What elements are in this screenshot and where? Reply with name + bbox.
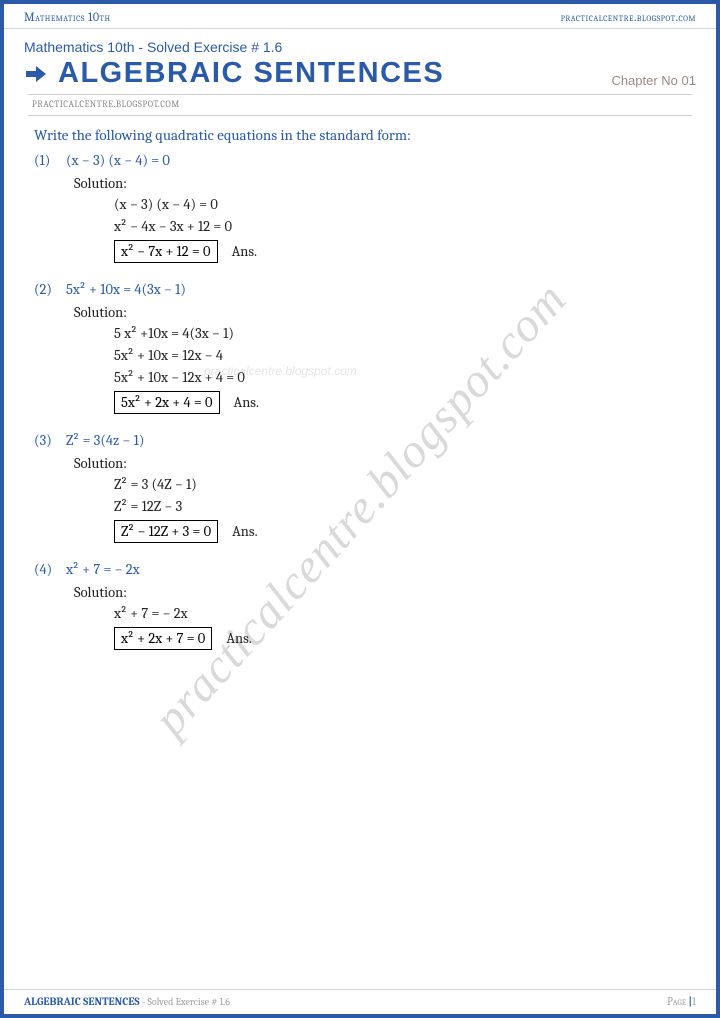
page-footer: ALGEBRAIC SENTENCES - Solved Exercise # … [4,989,716,1008]
arrow-right-icon [24,63,48,85]
footer-title: ALGEBRAIC SENTENCES [24,995,140,1008]
problem-1: (1)(x − 3) (x − 4) = 0 Solution: (x − 3)… [34,152,686,263]
solution-step: x² + 7 = − 2x [114,605,686,622]
problem-question: x² + 7 = − 2x [66,561,140,578]
answer-box: x² − 7x + 12 = 0 [114,240,218,263]
page-header: Mathematics 10th practicalcentre.blogspo… [4,4,716,29]
problem-question: Z² = 3(4z − 1) [66,432,144,449]
answer-label: Ans. [232,243,257,260]
footer-subtitle: - Solved Exercise # 1.6 [140,996,230,1008]
problem-number: (3) [34,432,66,449]
problem-question: (x − 3) (x − 4) = 0 [66,152,170,169]
answer-label: Ans. [226,630,251,647]
solution-step: x² − 4x − 3x + 12 = 0 [114,218,686,235]
solution-step: 5x² + 10x − 12x + 4 = 0 [114,369,686,386]
problem-number: (4) [34,561,66,578]
answer-box: 5x² + 2x + 4 = 0 [114,391,220,414]
solution-step: 5 x² +10x = 4(3x − 1) [114,325,686,342]
solution-step: Z² = 12Z − 3 [114,498,686,515]
solution-step: Z² = 3 (4Z − 1) [114,476,686,493]
solution-label: Solution: [74,304,686,321]
problem-number: (1) [34,152,66,169]
problem-number: (2) [34,281,66,298]
solution-step: (x − 3) (x − 4) = 0 [114,196,686,213]
subheader-url: PRACTICALCENTRE.BLOGSPOT.COM [28,94,692,116]
page-label: Page [667,995,689,1008]
answer-box: x² + 2x + 7 = 0 [114,627,212,650]
instruction-text: Write the following quadratic equations … [34,126,686,144]
solution-step: 5x² + 10x = 12x − 4 [114,347,686,364]
answer-label: Ans. [232,523,257,540]
problem-4: (4)x² + 7 = − 2x Solution: x² + 7 = − 2x… [34,561,686,650]
problem-question: 5x² + 10x = 4(3x − 1) [66,281,186,298]
answer-box: Z² − 12Z + 3 = 0 [114,520,218,543]
content-area: Write the following quadratic equations … [4,116,716,650]
problem-2: (2)5x² + 10x = 4(3x − 1) Solution: 5 x² … [34,281,686,414]
subtitle: Mathematics 10th - Solved Exercise # 1.6 [24,39,696,55]
page-number: 1 [692,995,696,1008]
header-right: practicalcentre.blogspot.com [561,10,696,24]
problem-3: (3)Z² = 3(4z − 1) Solution: Z² = 3 (4Z −… [34,432,686,543]
answer-label: Ans. [234,394,259,411]
page-title: ALGEBRAIC SENTENCES [58,57,444,90]
solution-label: Solution: [74,455,686,472]
chapter-label: Chapter No 01 [611,73,696,88]
title-block: Mathematics 10th - Solved Exercise # 1.6… [4,29,716,90]
solution-label: Solution: [74,175,686,192]
header-left: Mathematics 10th [24,10,111,24]
solution-label: Solution: [74,584,686,601]
